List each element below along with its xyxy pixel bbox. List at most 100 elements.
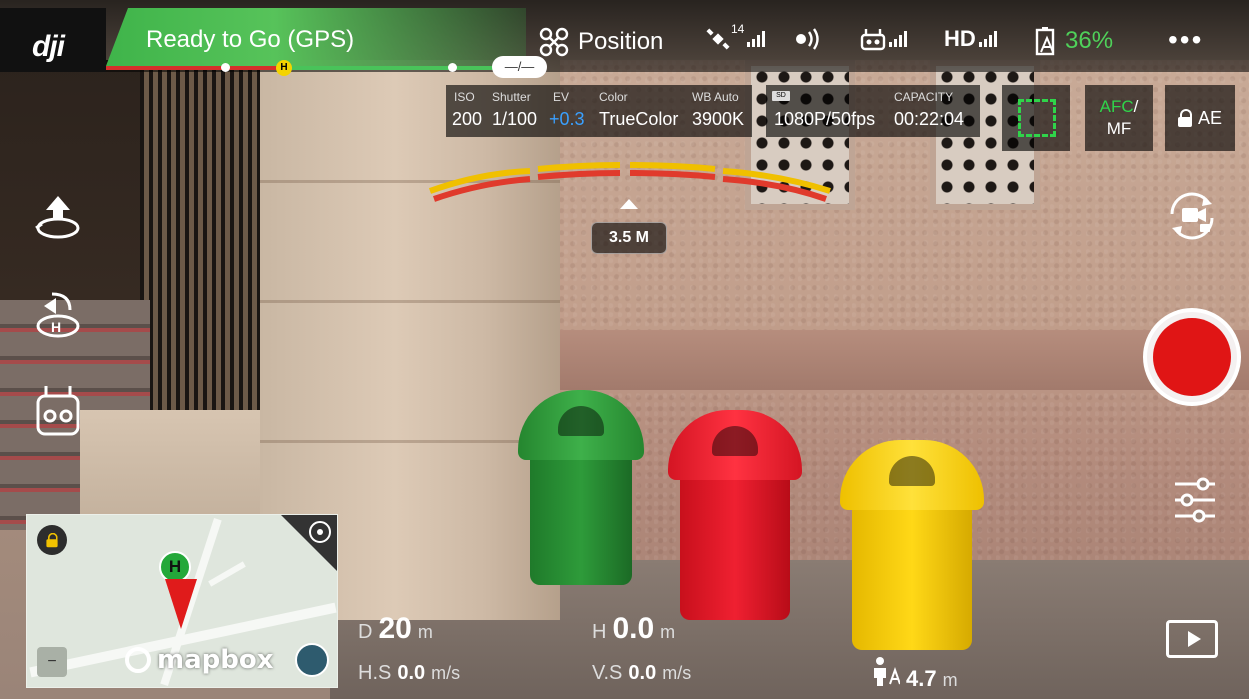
battery-progress-red [106,66,284,70]
record-button[interactable] [1143,308,1241,406]
takeoff-icon[interactable] [30,190,86,246]
dji-logo[interactable]: dji [0,8,106,72]
progress-marker [221,63,230,72]
map-target-icon [309,521,331,543]
map-target-button[interactable] [281,515,337,571]
distance-label: D [358,621,373,643]
home-marker: H [276,60,292,76]
playback-icon[interactable] [1166,620,1218,658]
gps-count: 14 [731,22,745,36]
hs-label: H.S [358,662,392,684]
focus-mode-secondary: MF [1106,119,1132,138]
shutter-label: Shutter [492,90,531,104]
gps-icon [706,28,730,50]
focus-area-button[interactable] [1002,85,1070,151]
svg-text:H: H [51,319,61,335]
mapbox-brand: mapbox [157,645,274,675]
more-icon[interactable]: ••• [1168,26,1203,54]
focus-mode-primary: AFC [1099,97,1134,116]
battery-icon [1035,27,1055,56]
telemetry-height: H 0.0 m [592,612,675,646]
obstacle-arrow-icon [620,199,638,209]
vs-value: 0.0 [628,662,657,684]
distance-unit: m [417,622,433,642]
telemetry-horizontal-speed: H.S 0.0 m/s [358,662,460,685]
progress-marker [448,63,457,72]
status-text: Ready to Go (GPS) [146,26,355,53]
color-label: Color [599,90,628,104]
ae-lock-button[interactable]: AE [1165,85,1235,151]
aircraft-icon [539,27,569,57]
unlock-icon [1177,109,1192,127]
height-value: 0.0 [612,612,655,645]
iso-label: ISO [454,90,475,104]
ev-label: EV [553,90,570,104]
recording-info[interactable]: SD CAPACITY 1080P/50fps 00:22:04 [766,85,980,137]
shutter-value: 1/100 [492,109,538,129]
wb-value: 3900K [692,109,745,129]
compass-icon[interactable] [295,643,329,677]
battery-percent: 36% [1065,27,1114,54]
remote-icon [860,29,886,51]
hd-signal[interactable]: HD [944,26,997,52]
hd-signal-icon: HD [944,26,976,51]
resolution-value: 1080P/50fps [774,109,876,129]
iso-value: 200 [452,109,483,129]
mapbox-mark-icon [125,647,151,673]
remote-controller-icon[interactable] [30,382,86,438]
vps-value: 4.7 [906,666,937,691]
gps-signal-bars [747,31,766,47]
focus-mode-button[interactable]: AFC/ MF [1085,85,1153,151]
remote-signal-bars [889,31,907,47]
map-road [208,561,246,587]
return-home-icon[interactable]: H [30,288,86,344]
pillar-joint [260,300,560,303]
camera-switch-icon[interactable] [1162,188,1222,244]
zoom-out-icon[interactable]: − [37,647,67,677]
height-label: H [592,621,607,643]
height-unit: m [660,622,676,642]
mini-map[interactable]: H − mapbox [26,514,338,688]
ev-value: +0.3 [549,109,585,129]
hd-signal-bars [978,31,997,47]
remote-signal[interactable] [860,26,907,52]
hs-value: 0.0 [397,662,426,684]
battery-status[interactable]: 36% [1033,26,1113,56]
vps-unit: m [942,670,958,690]
focus-mode-separator: / [1133,97,1139,116]
pillar-joint [260,440,560,443]
sd-card-icon: SD [772,91,790,101]
green-bin [518,390,644,585]
iron-gate [140,60,270,410]
camera-parameters[interactable]: ISO 200 Shutter 1/100 EV +0.3 Color True… [446,85,752,137]
map-aircraft-icon [165,579,197,629]
map-lock-button[interactable] [37,525,67,555]
map-lock-icon [46,532,58,548]
vision-status[interactable] [793,26,827,52]
top-status-bar: dji Ready to Go (GPS) H —/— Position 14 [0,0,1249,78]
vision-icon [796,28,819,50]
distance-pill: —/— [492,56,547,78]
ae-label: AE [1197,107,1222,128]
gps-status[interactable]: 14 [705,22,766,52]
yellow-bin [840,440,984,650]
vs-unit: m/s [662,663,692,683]
focus-icon [1018,99,1056,137]
vs-label: V.S [592,662,623,684]
wb-label: WB Auto [692,90,739,104]
red-bin [668,410,802,620]
capacity-label: CAPACITY [894,90,954,104]
capacity-value: 00:22:04 [894,109,965,129]
flight-mode-label: Position [578,28,664,55]
telemetry-vertical-speed: V.S 0.0 m/s [592,662,691,685]
telemetry-distance: D 20 m [358,612,433,646]
color-value: TrueColor [599,109,679,129]
obstacle-distance: 3.5 M [591,222,667,254]
person-altitude-icon [874,657,900,686]
mapbox-logo: mapbox [125,645,274,675]
flight-mode[interactable]: Position [538,26,663,58]
hs-unit: m/s [431,663,461,683]
distance-value: 20 [378,612,412,645]
settings-sliders-icon[interactable] [1165,472,1225,528]
telemetry-vps-height: 4.7 m [870,656,958,692]
